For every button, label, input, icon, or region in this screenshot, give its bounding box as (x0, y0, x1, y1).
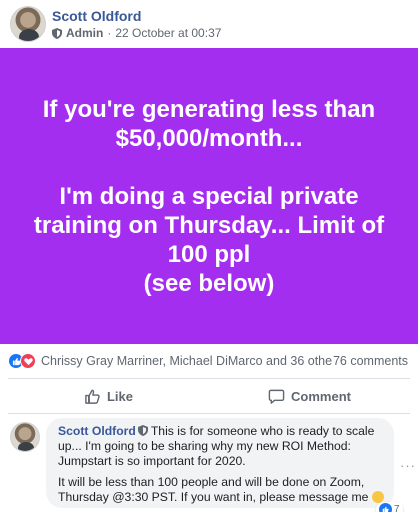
comment-bubble: Scott Oldford This is for someone who is … (46, 418, 394, 508)
like-icon (379, 503, 392, 512)
comment-icon (268, 389, 285, 404)
thumbs-up-icon (85, 389, 100, 404)
post-banner: If you're generating less than $50,000/m… (0, 48, 418, 344)
banner-line: $50,000/month... (115, 124, 303, 152)
comment-item: Scott Oldford This is for someone who is … (0, 414, 418, 512)
reaction-names[interactable]: Chrissy Gray Marriner, Michael DiMarco a… (41, 354, 333, 368)
shield-icon (52, 27, 62, 39)
banner-line: (see below) (143, 269, 275, 297)
comment-text: It will be less than 100 people and will… (58, 475, 369, 504)
banner-line (9, 153, 409, 182)
banner-line: If you're generating less than (42, 95, 376, 123)
post-header: Scott Oldford Admin · 22 October at 00:3… (0, 0, 418, 48)
comment-label: Comment (291, 388, 351, 404)
reaction-icons[interactable] (8, 353, 36, 369)
reactions-summary: Chrissy Gray Marriner, Michael DiMarco a… (0, 344, 418, 378)
comment-reaction-count: 7 (394, 504, 400, 512)
post-meta: Admin · 22 October at 00:37 (52, 26, 221, 40)
comment-button[interactable]: Comment (209, 379, 410, 413)
post-actions: Like Comment (8, 378, 410, 414)
shield-icon (137, 425, 148, 436)
banner-text: If you're generating less than $50,000/m… (9, 95, 409, 298)
banner-line: 100 ppl (167, 240, 251, 268)
author-name[interactable]: Scott Oldford (52, 8, 141, 24)
like-button[interactable]: Like (8, 379, 209, 413)
post-timestamp[interactable]: 22 October at 00:37 (115, 26, 221, 40)
author-avatar[interactable] (10, 6, 46, 42)
like-label: Like (106, 388, 133, 404)
comment-reactions[interactable]: 7 (376, 502, 403, 512)
love-icon (20, 353, 36, 369)
banner-line: training on Thursday... Limit of (33, 211, 385, 239)
meta-separator: · (107, 26, 112, 40)
commenter-name[interactable]: Scott Oldford (58, 424, 136, 438)
more-options-icon[interactable]: ··· (400, 458, 416, 473)
commenter-avatar[interactable] (10, 422, 40, 452)
banner-line: I'm doing a special private (59, 182, 359, 210)
comment-count[interactable]: 76 comments (333, 354, 408, 368)
admin-badge: Admin (66, 26, 104, 40)
